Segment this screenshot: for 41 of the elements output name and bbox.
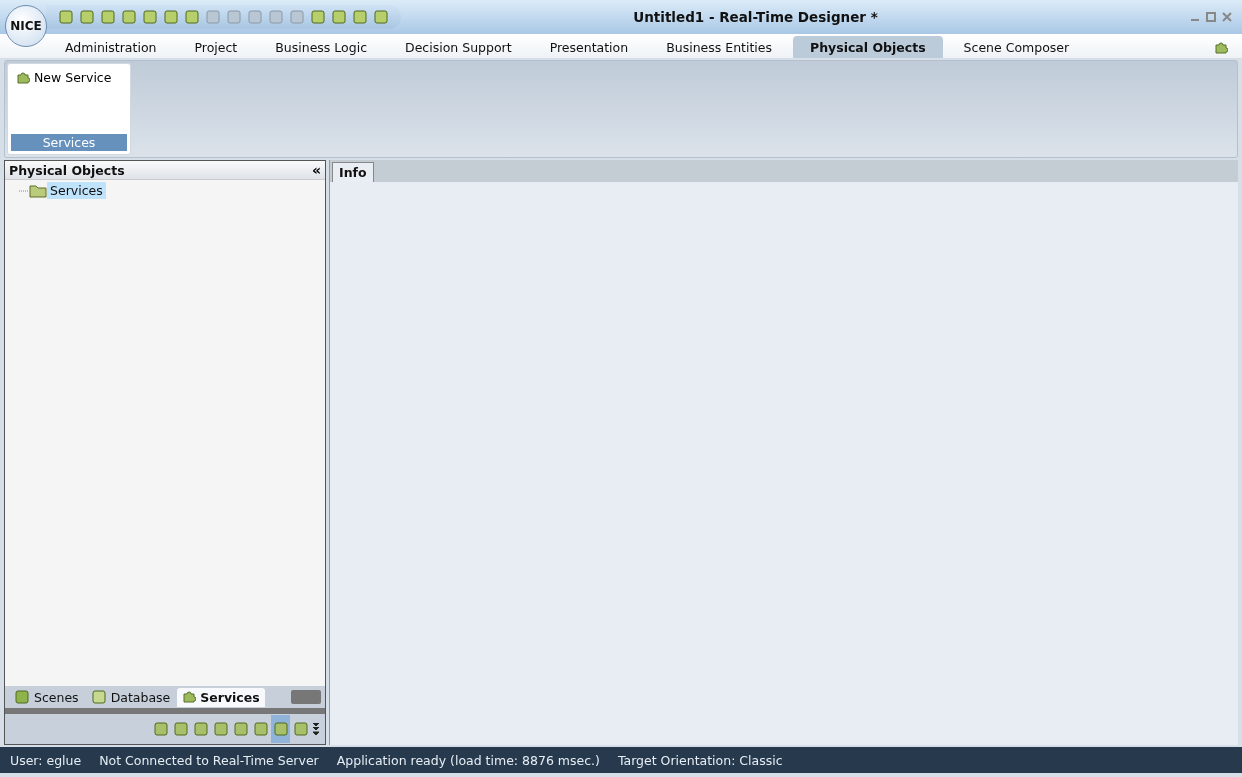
- square-icon: [232, 721, 249, 737]
- close-icon[interactable]: [1222, 12, 1232, 22]
- status-text: Application ready (load time: 8876 msec.): [336, 752, 600, 768]
- menu-tab[interactable]: Decision Support: [388, 36, 529, 58]
- menu-tab[interactable]: Presentation: [532, 36, 646, 58]
- app-logo[interactable]: NICE: [5, 5, 47, 47]
- menu-tab[interactable]: Business Logic: [258, 36, 385, 58]
- document-tab[interactable]: Info: [332, 162, 374, 182]
- overflow-chevron-icon[interactable]: [311, 721, 321, 737]
- puzzle-icon: [182, 690, 197, 704]
- new-service-button[interactable]: New Service: [11, 67, 127, 88]
- tree-connector-line: [19, 188, 29, 193]
- menu-tab[interactable]: Physical Objects: [793, 36, 943, 58]
- plugin-icon: [1214, 41, 1228, 55]
- group-label: Services: [11, 134, 127, 151]
- square-icon: [292, 721, 309, 737]
- window-title: Untitled1 - Real-Time Designer *: [632, 9, 879, 25]
- menu-tab[interactable]: Administration: [48, 36, 174, 58]
- menu-tab[interactable]: Project: [177, 36, 255, 58]
- square-icon: [212, 721, 229, 737]
- splitter-grip[interactable]: [5, 708, 325, 714]
- menu-tab[interactable]: Business Entities: [649, 36, 790, 58]
- square-icon: [272, 721, 289, 737]
- square-icon: [192, 721, 209, 737]
- maximize-icon[interactable]: [1206, 12, 1216, 22]
- status-text: User: eglue: [10, 752, 82, 768]
- collapse-button[interactable]: «: [311, 162, 321, 178]
- folder-icon: [29, 183, 47, 198]
- panel-tool-button[interactable]: [271, 715, 290, 743]
- panel-title: Physical Objects: [9, 162, 125, 178]
- panel-tab[interactable]: Scenes: [9, 687, 84, 707]
- square-icon: [172, 721, 189, 737]
- puzzle-icon: [16, 70, 30, 85]
- status-text: Not Connected to Real-Time Server: [99, 752, 319, 768]
- panel-tab[interactable]: Database: [85, 687, 176, 707]
- menu-tab[interactable]: Scene Composer: [946, 36, 1087, 58]
- panel-tab[interactable]: Services: [177, 687, 265, 707]
- tree-item[interactable]: Services: [47, 182, 106, 199]
- square-icon: [252, 721, 269, 737]
- square-icon: [152, 721, 169, 737]
- status-text: Target Orientation: Classic: [617, 752, 783, 768]
